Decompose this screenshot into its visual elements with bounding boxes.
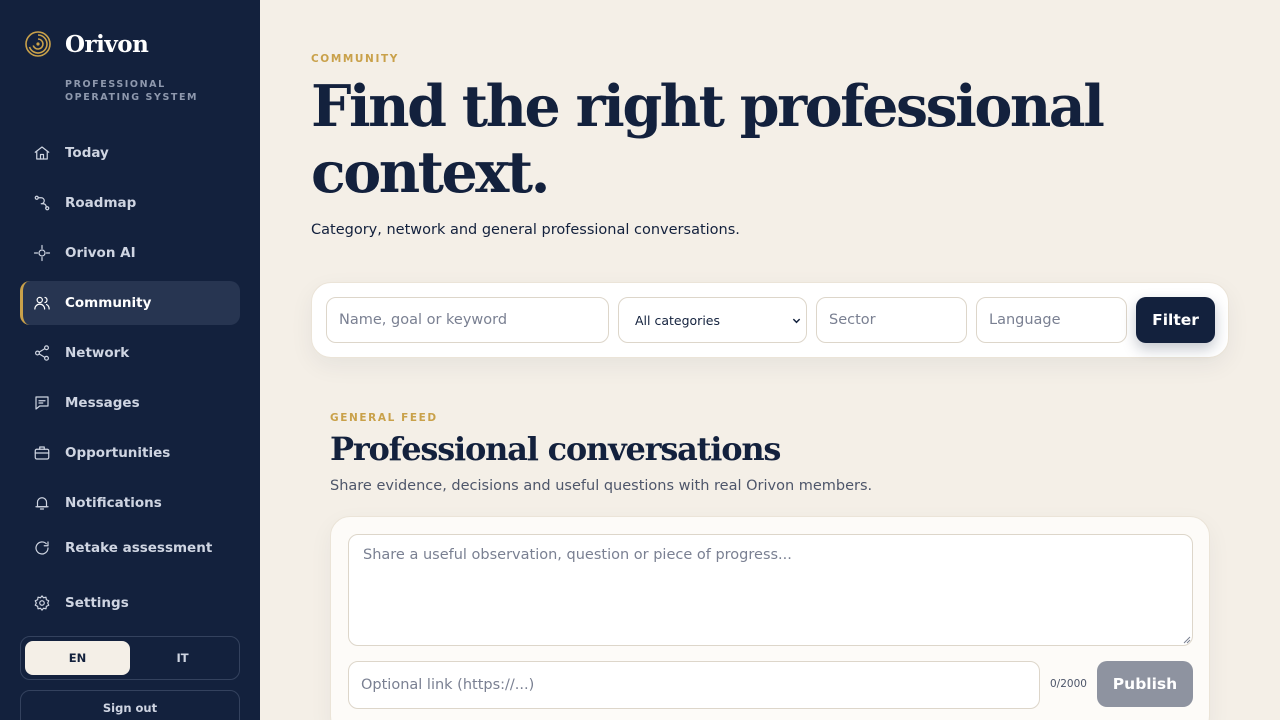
- page-subtitle: Category, network and general profession…: [311, 222, 740, 238]
- compose-card: 0/2000 Publish: [330, 516, 1210, 720]
- search-input[interactable]: [326, 297, 609, 343]
- orivon-logo-icon: [25, 31, 51, 57]
- sidebar-item-opportunities[interactable]: Opportunities: [20, 431, 240, 475]
- sparkle-icon: [33, 244, 51, 262]
- sidebar-item-community[interactable]: Community: [20, 281, 240, 325]
- sidebar-item-label: Roadmap: [65, 195, 137, 211]
- feed-title: Professional conversations: [330, 430, 781, 468]
- sidebar-item-label: Retake assessment: [65, 540, 213, 556]
- sidebar-item-orivon-ai[interactable]: Orivon AI: [20, 231, 240, 275]
- sidebar-item-messages[interactable]: Messages: [20, 381, 240, 425]
- sign-out-button[interactable]: Sign out: [20, 690, 240, 720]
- sidebar-item-network[interactable]: Network: [20, 331, 240, 375]
- language-it-button[interactable]: IT: [130, 641, 235, 675]
- sidebar-item-today[interactable]: Today: [20, 131, 240, 175]
- sidebar-item-label: Opportunities: [65, 445, 171, 461]
- language-input[interactable]: [976, 297, 1127, 343]
- sidebar-item-label: Messages: [65, 395, 140, 411]
- chevron-down-icon: [792, 318, 801, 324]
- hero-eyebrow: COMMUNITY: [311, 53, 399, 65]
- brand-tagline: PROFESSIONAL OPERATING SYSTEM: [65, 79, 199, 103]
- sector-input[interactable]: [816, 297, 967, 343]
- gear-icon: [34, 595, 50, 611]
- briefcase-icon: [34, 446, 50, 460]
- share-icon: [35, 345, 49, 361]
- filter-button[interactable]: Filter: [1136, 297, 1215, 343]
- route-icon: [34, 195, 50, 211]
- sidebar-item-settings[interactable]: Settings: [20, 581, 240, 625]
- users-icon: [34, 296, 50, 310]
- sidebar-item-label: Orivon AI: [65, 245, 136, 261]
- bell-icon: [35, 497, 49, 510]
- sidebar-item-label: Notifications: [65, 495, 162, 511]
- page-title: Find the right professional context.: [311, 73, 1105, 206]
- category-select[interactable]: All categories: [618, 297, 807, 343]
- filter-bar: All categories Filter: [311, 282, 1229, 358]
- sidebar-item-retake-assessment[interactable]: Retake assessment: [20, 526, 240, 570]
- message-icon: [35, 396, 49, 410]
- feed-subtitle: Share evidence, decisions and useful que…: [330, 478, 873, 494]
- home-icon: [34, 146, 50, 160]
- category-select-value: All categories: [635, 312, 720, 328]
- sidebar-item-label: Settings: [65, 595, 129, 611]
- sidebar-item-label: Network: [65, 345, 130, 361]
- sidebar-item-notifications[interactable]: Notifications: [20, 481, 240, 525]
- character-counter: 0/2000: [1050, 678, 1087, 690]
- sidebar-item-label: Community: [65, 295, 152, 311]
- brand[interactable]: Orivon: [24, 30, 149, 58]
- refresh-icon: [35, 541, 49, 555]
- brand-name: Orivon: [65, 30, 149, 58]
- language-en-button[interactable]: EN: [25, 641, 130, 675]
- link-input[interactable]: [348, 661, 1040, 709]
- feed-eyebrow: GENERAL FEED: [330, 412, 438, 424]
- sidebar-item-label: Today: [65, 145, 109, 161]
- publish-button[interactable]: Publish: [1097, 661, 1193, 707]
- language-switcher: EN IT: [20, 636, 240, 680]
- main-content: COMMUNITY Find the right professional co…: [260, 0, 1280, 720]
- sidebar-item-roadmap[interactable]: Roadmap: [20, 181, 240, 225]
- sidebar: Orivon PROFESSIONAL OPERATING SYSTEM Tod…: [0, 0, 260, 720]
- resize-grip-icon[interactable]: [1183, 636, 1191, 644]
- compose-textarea[interactable]: [348, 534, 1193, 646]
